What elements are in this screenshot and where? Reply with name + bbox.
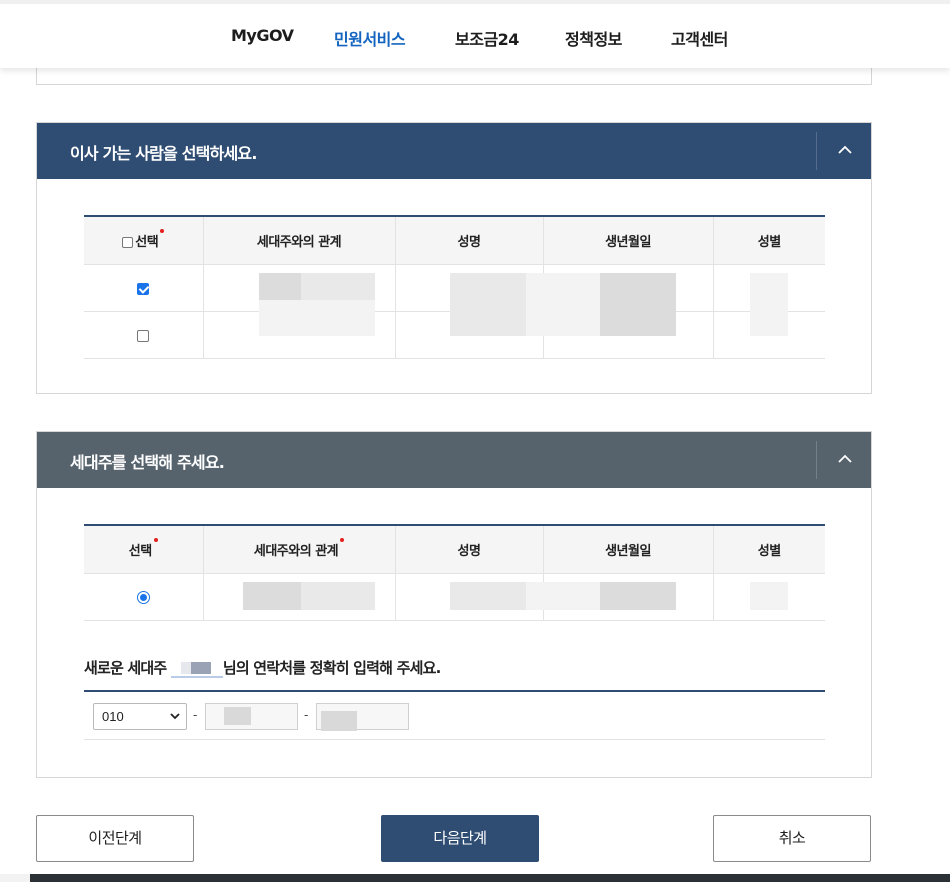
- phone-last-input[interactable]: [316, 703, 409, 731]
- redaction-blur: [450, 582, 526, 610]
- chevron-up-icon: [838, 145, 852, 154]
- redaction-blur: [526, 273, 600, 336]
- row-radio-selected[interactable]: [136, 591, 150, 604]
- required-dot: [160, 228, 165, 233]
- col-name: 성명: [395, 217, 544, 264]
- col-select: 선택: [84, 217, 204, 264]
- required-dot: [153, 537, 158, 542]
- contact-prompt: 새로운 세대주 님의 연락처를 정확히 입력해 주세요.: [84, 659, 441, 678]
- col-relation: 세대주와의 관계: [203, 217, 396, 264]
- redaction-blur: [450, 273, 526, 336]
- nav-item-mygov[interactable]: MyGOV: [231, 26, 294, 45]
- movers-section-header: 이사 가는 사람을 선택하세요.: [37, 123, 871, 179]
- col-birthdate: 생년월일: [543, 217, 714, 264]
- chevron-up-icon: [838, 454, 852, 463]
- redaction-blur: [750, 582, 788, 610]
- col-birthdate: 생년월일: [543, 526, 714, 573]
- redacted-head-name: [170, 660, 223, 678]
- row-select-cell[interactable]: [84, 310, 204, 359]
- table-header-row: 선택 세대주와의 관계 성명 생년월일 성별: [84, 217, 825, 264]
- redaction-blur: [301, 582, 375, 610]
- cancel-button[interactable]: 취소: [713, 815, 871, 862]
- household-head-section-title: 세대주를 선택해 주세요.: [70, 453, 225, 472]
- redaction-blur: [259, 273, 301, 300]
- collapse-toggle-button[interactable]: [817, 123, 873, 179]
- row-checkbox-unchecked[interactable]: [137, 329, 150, 342]
- redaction-blur: [301, 273, 375, 300]
- redaction-blur: [259, 300, 375, 336]
- household-head-section-header: 세대주를 선택해 주세요.: [37, 432, 871, 488]
- phone-separator: -: [193, 708, 198, 722]
- row-checkbox-checked[interactable]: [137, 282, 150, 295]
- household-head-section: 세대주를 선택해 주세요. 선택 세대주와의 관계 성명 생년월일 성별 새로운…: [36, 431, 872, 778]
- nav-item-customer-center[interactable]: 고객센터: [671, 26, 728, 50]
- movers-section: 이사 가는 사람을 선택하세요. 선택 세대주와의 관계 성명 생년월일 성별: [36, 122, 872, 394]
- footer-bar: [0, 874, 950, 882]
- phone-input-row: 010 - -: [84, 692, 825, 740]
- col-select: 선택: [84, 526, 204, 573]
- col-name: 성명: [395, 526, 544, 573]
- chevron-down-icon: [170, 713, 180, 720]
- previous-step-button[interactable]: 이전단계: [36, 815, 194, 862]
- nav-item-policy-info[interactable]: 정책정보: [565, 26, 622, 50]
- redaction-blur: [600, 582, 676, 610]
- row-select-cell[interactable]: [84, 572, 204, 621]
- row-select-cell[interactable]: [84, 263, 204, 311]
- phone-separator: -: [304, 708, 309, 722]
- required-dot: [340, 537, 345, 542]
- redaction-blur: [750, 273, 788, 336]
- col-gender: 성별: [713, 217, 825, 264]
- col-gender: 성별: [713, 526, 825, 573]
- nav-item-subsidy24[interactable]: 보조금24: [455, 26, 519, 50]
- movers-section-title: 이사 가는 사람을 선택하세요.: [70, 144, 257, 163]
- top-navigation: MyGOV 민원서비스 보조금24 정책정보 고객센터: [0, 0, 950, 68]
- redaction-blur: [526, 582, 600, 610]
- phone-middle-input[interactable]: [205, 703, 298, 730]
- redaction-blur: [600, 273, 676, 336]
- nav-item-civil-service[interactable]: 민원서비스: [334, 26, 406, 50]
- redaction-blur: [243, 582, 301, 610]
- next-step-button[interactable]: 다음단계: [381, 815, 539, 862]
- col-relation: 세대주와의 관계: [203, 526, 396, 573]
- collapse-toggle-button[interactable]: [817, 432, 873, 488]
- table-header-row: 선택 세대주와의 관계 성명 생년월일 성별: [84, 526, 825, 573]
- select-all-checkbox[interactable]: [122, 236, 134, 248]
- phone-prefix-select[interactable]: 010: [93, 703, 187, 730]
